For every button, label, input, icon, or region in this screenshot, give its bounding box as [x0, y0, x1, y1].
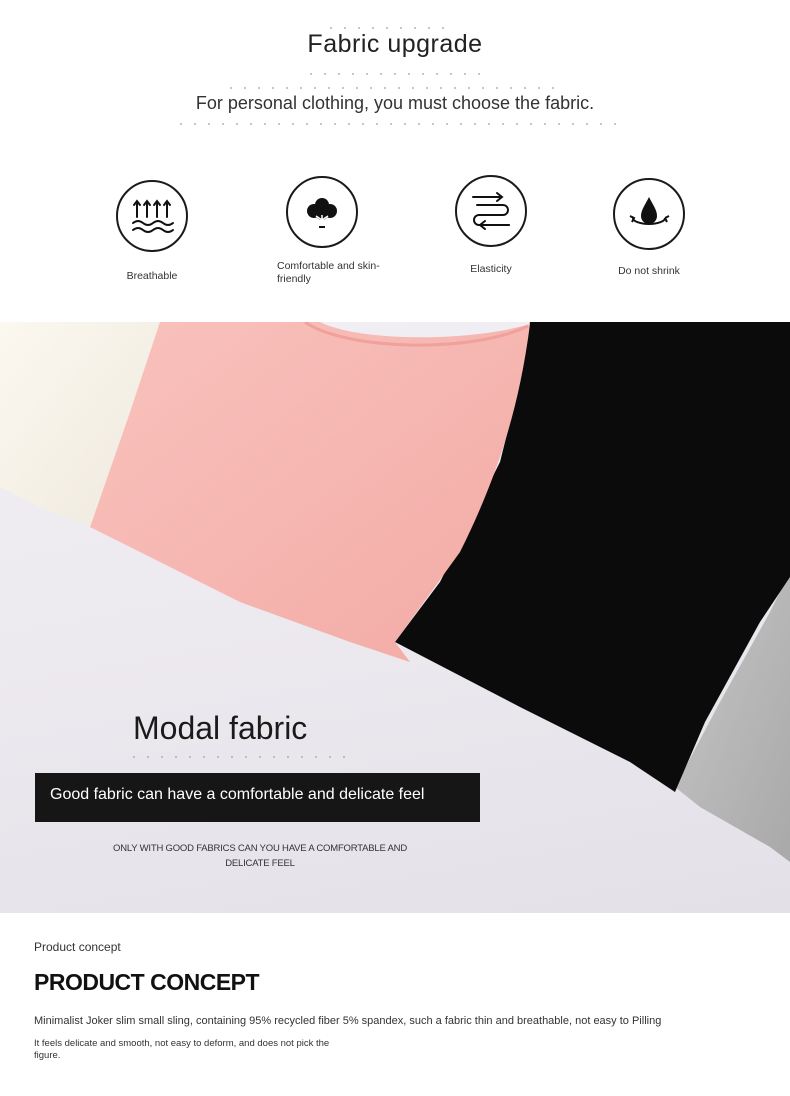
concept-description: Minimalist Joker slim small sling, conta… [34, 1015, 662, 1027]
feature-label: Do not shrink [618, 265, 680, 277]
feature-comfortable: Comfortable and skin-friendly [242, 176, 402, 286]
feature-label: Comfortable and skin-friendly [277, 260, 380, 285]
decor-dots [230, 87, 560, 89]
concept-heading: PRODUCT CONCEPT [34, 969, 260, 995]
banner-caption: ONLY WITH GOOD FABRICS CAN YOU HAVE A CO… [113, 843, 407, 869]
decor-dots [310, 73, 490, 75]
concept-description-2: It feels delicate and smooth, not easy t… [34, 1038, 330, 1061]
elastic-arrows-icon [455, 175, 527, 247]
decor-dots [330, 27, 450, 29]
feature-elasticity: Elasticity [411, 175, 571, 276]
water-drop-icon [613, 178, 685, 250]
banner-title: Modal fabric [133, 710, 308, 746]
page-title: Fabric upgrade [307, 30, 483, 58]
feature-label: Breathable [126, 270, 178, 282]
page-subtitle: For personal clothing, you must choose t… [195, 93, 595, 113]
concept-small-heading: Product concept [34, 940, 121, 954]
cotton-flower-icon [286, 176, 358, 248]
feature-no-shrink: Do not shrink [569, 178, 729, 278]
decor-dots [180, 123, 620, 125]
breathable-wave-icon [116, 180, 188, 252]
banner-tagline: Good fabric can have a comfortable and d… [50, 786, 425, 803]
decor-dots [133, 756, 353, 758]
feature-label: Elasticity [470, 263, 512, 275]
feature-breathable: Breathable [72, 180, 232, 283]
fabric-photo [0, 322, 790, 913]
